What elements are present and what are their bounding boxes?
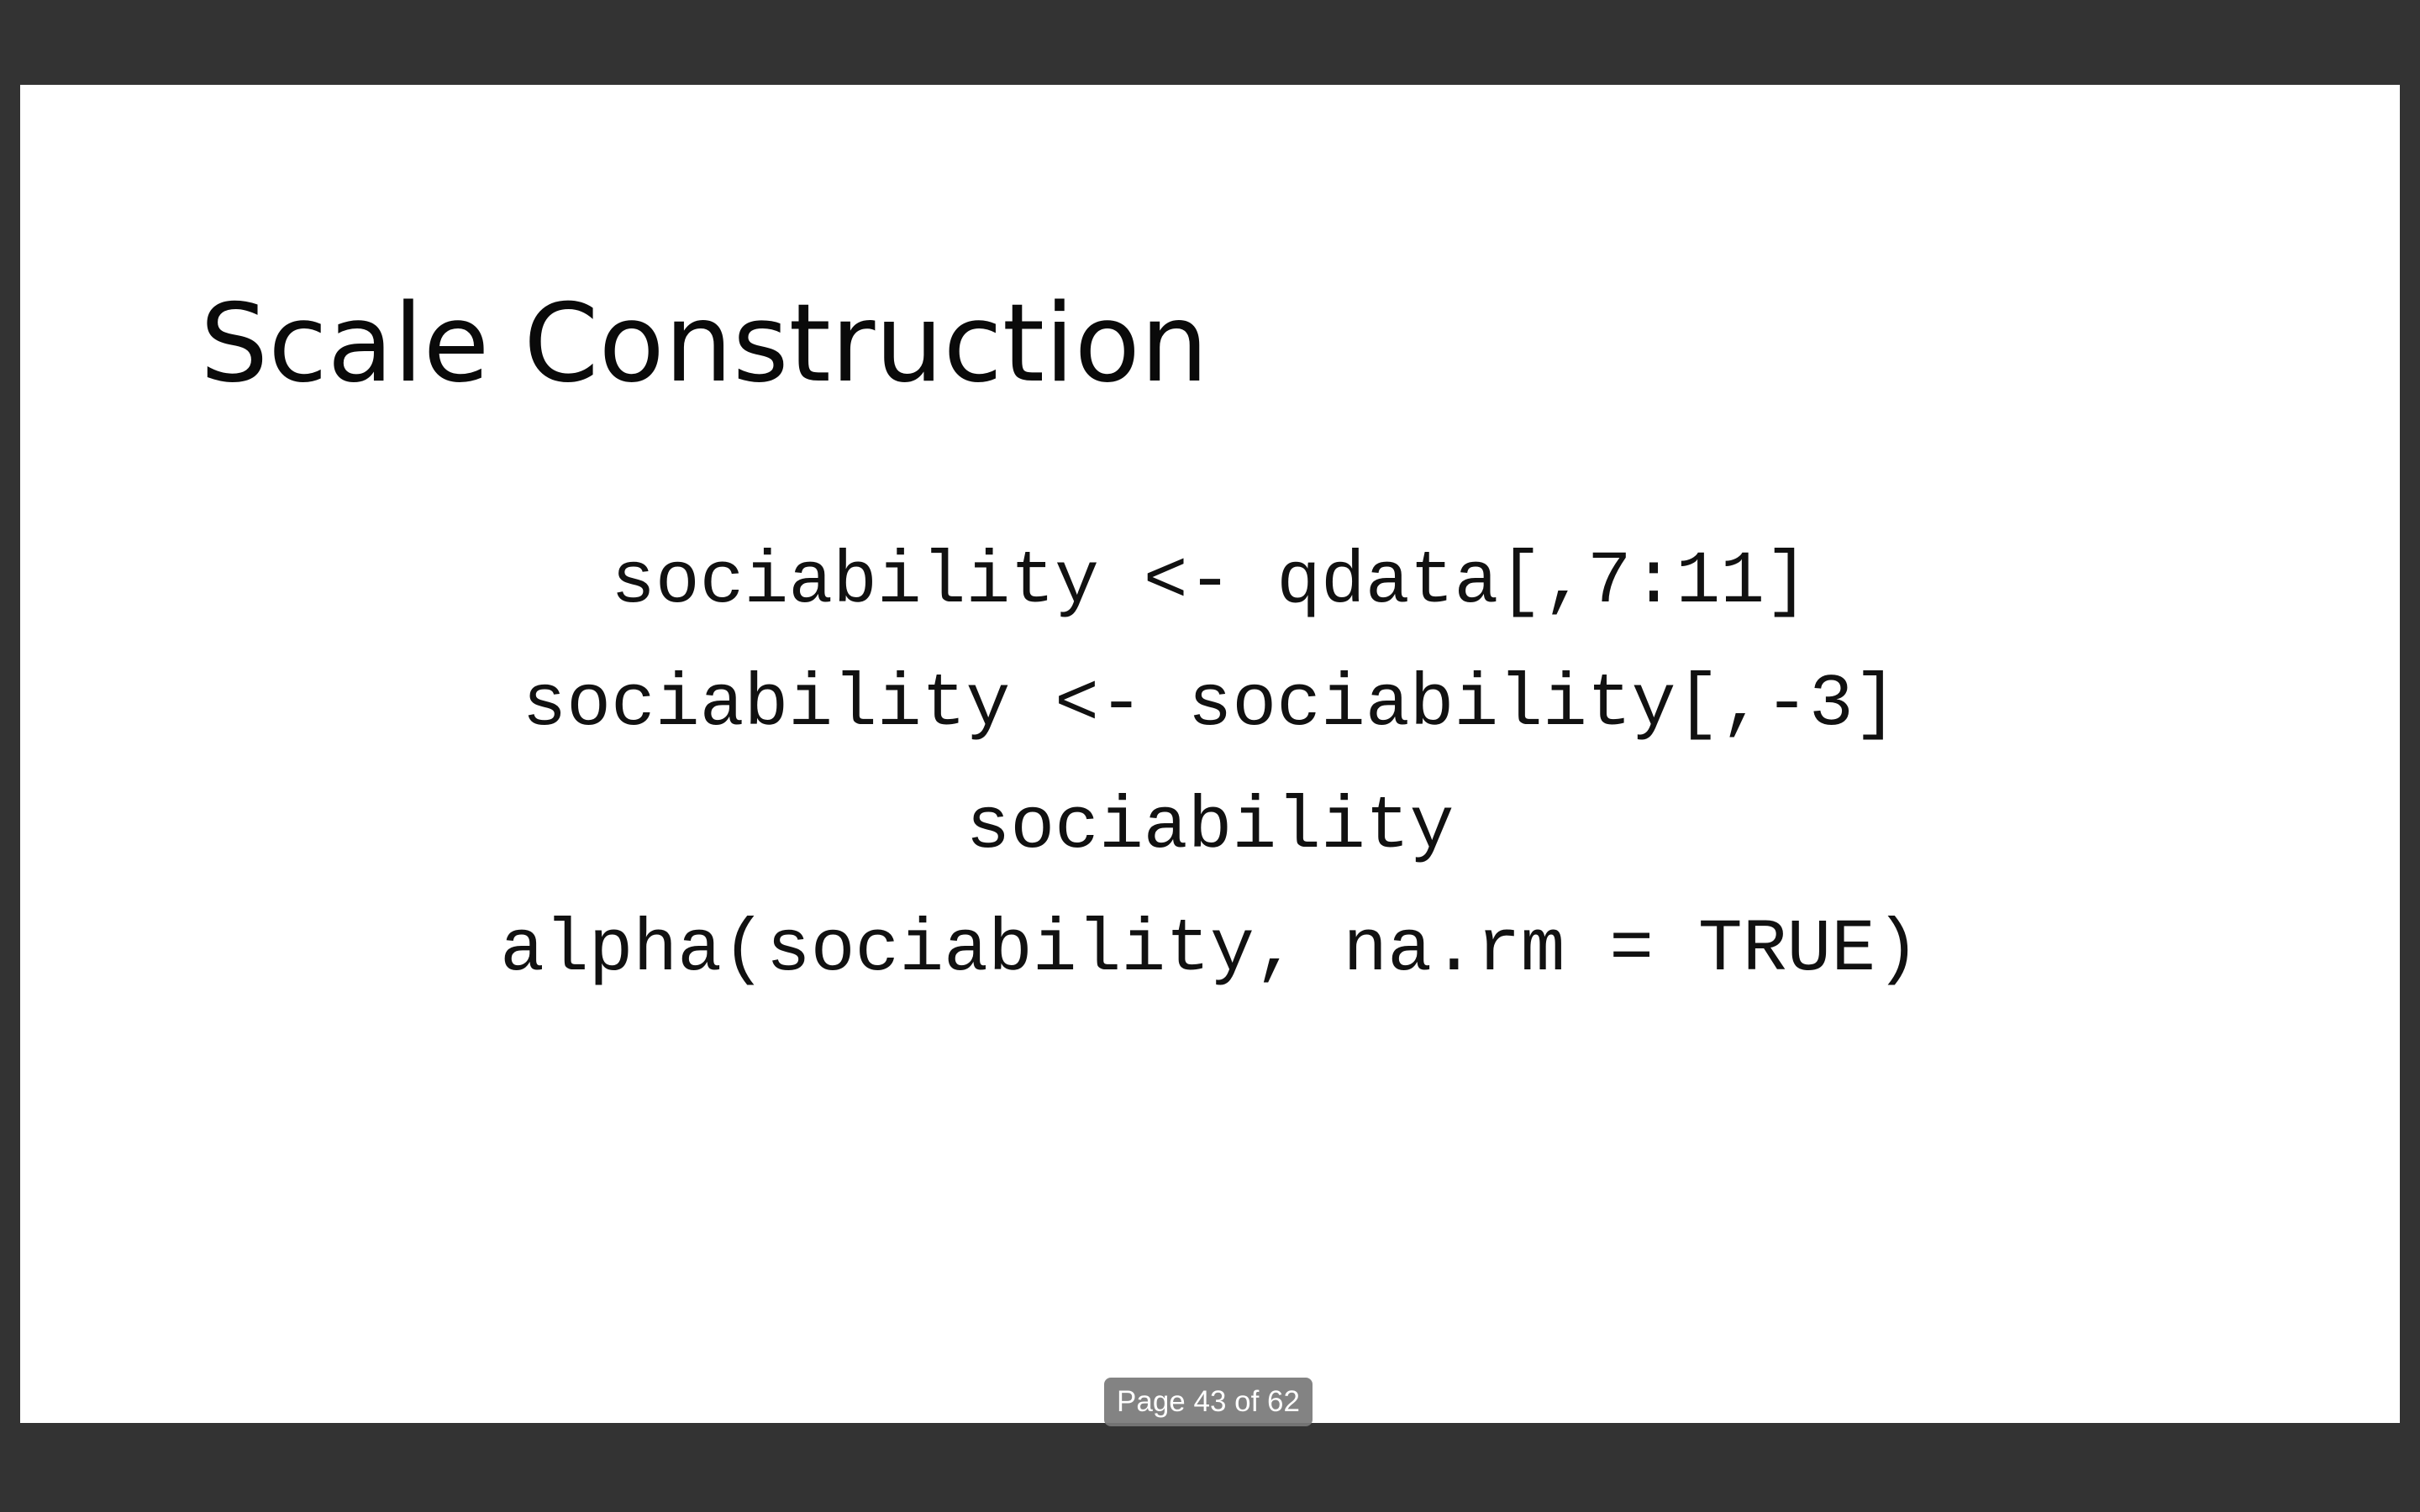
slide-page: Scale Construction sociability <- qdata[… <box>20 85 2400 1423</box>
code-line: sociability <box>965 786 1455 869</box>
code-line: alpha(sociability, na.rm = TRUE) <box>500 909 1920 992</box>
document-viewer: Scale Construction sociability <- qdata[… <box>0 0 2420 1512</box>
code-line: sociability <- qdata[,7:11] <box>611 541 1809 624</box>
code-line: sociability <- sociability[,-3] <box>522 664 1898 747</box>
slide-title: Scale Construction <box>200 281 1209 407</box>
code-block: sociability <- qdata[,7:11] sociability … <box>20 522 2400 1012</box>
page-indicator-badge: Page 43 of 62 <box>1104 1378 1313 1426</box>
